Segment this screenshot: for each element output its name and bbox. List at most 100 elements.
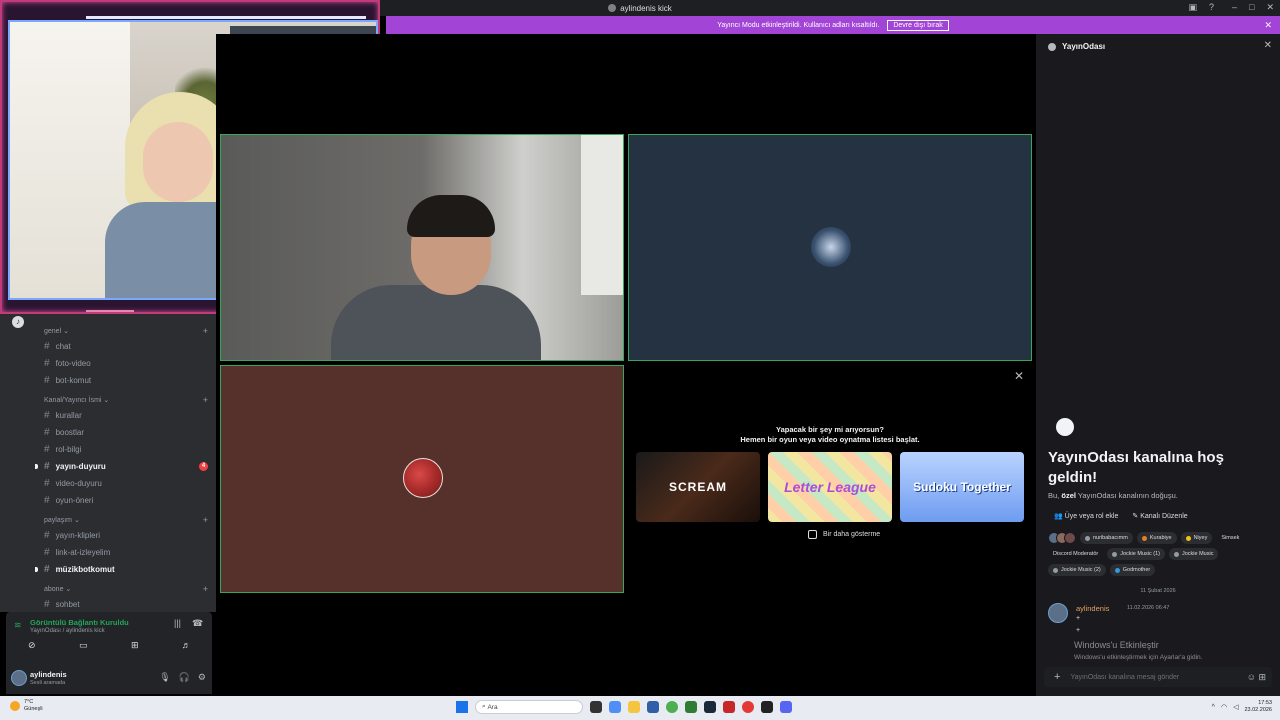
hashtag-icon: #	[44, 444, 50, 455]
windows-taskbar: 7°C Güneşli ⌕ Ara ^ ◠ ◁ 17:53 23.02.2026	[0, 696, 1280, 720]
weather-widget[interactable]: 7°C Güneşli	[10, 699, 43, 713]
store-icon[interactable]	[647, 701, 659, 713]
channel-item[interactable]: # müzikbotkomut	[35, 561, 212, 578]
channel-category[interactable]: abone ⌄ +	[36, 582, 212, 596]
channel-item[interactable]: # foto-video	[36, 355, 212, 372]
signal-icon[interactable]: ≋	[14, 620, 22, 631]
role-chip[interactable]: Simsek	[1216, 532, 1244, 544]
camera-off-icon[interactable]: ⊘	[15, 640, 49, 651]
minimize-button[interactable]: –	[1232, 2, 1237, 13]
channel-name: boostlar	[55, 428, 85, 437]
add-channel-icon[interactable]: +	[203, 515, 208, 525]
channel-item[interactable]: # bot-komut	[36, 372, 212, 389]
role-color-dot	[1173, 551, 1179, 557]
dont-show-checkbox[interactable]	[808, 530, 817, 539]
channel-category[interactable]: paylaşım ⌄ +	[36, 513, 212, 527]
user-name[interactable]: aylindenis	[30, 670, 67, 679]
activity-card-sudoku[interactable]: Sudoku Together	[900, 452, 1024, 522]
channel-item[interactable]: # yayın-klipleri	[36, 527, 212, 544]
channel-item[interactable]: # rol-bilgi	[36, 441, 212, 458]
channel-category[interactable]: Kanal/Yayıncı İsmi ⌄ +	[36, 393, 212, 407]
user-avatar[interactable]	[11, 670, 27, 686]
attach-plus-icon[interactable]: +	[1054, 671, 1060, 683]
copilot-icon[interactable]	[609, 701, 621, 713]
video-tile-camera[interactable]	[220, 134, 624, 361]
server-icon[interactable]: ♪	[12, 316, 24, 328]
channel-item[interactable]: # link-at-izleyelim	[36, 544, 212, 561]
taskbar-clock[interactable]: 17:53 23.02.2026	[1244, 700, 1272, 714]
voice-status[interactable]: Görüntülü Bağlantı Kuruldu	[30, 618, 129, 627]
volume-icon[interactable]: ◁	[1233, 703, 1238, 711]
video-tile-avatar-red[interactable]	[220, 365, 624, 593]
role-chip[interactable]: nuribabacımm	[1080, 532, 1133, 544]
windows-start-icon[interactable]	[456, 701, 468, 713]
close-activity-icon[interactable]: ✕	[1014, 369, 1024, 383]
add-member-button[interactable]: 👥 Üye veya rol ekle	[1054, 512, 1118, 520]
activity-card-letter-league[interactable]: Letter League	[768, 452, 892, 522]
channel-item[interactable]: # chat	[36, 338, 212, 355]
role-chip[interactable]: Discord Moderatör	[1048, 548, 1103, 560]
wifi-icon[interactable]: ◠	[1221, 703, 1227, 711]
message-avatar[interactable]	[1048, 603, 1068, 623]
add-channel-icon[interactable]: +	[203, 395, 208, 405]
role-chip[interactable]: Jockie Music (1)	[1107, 548, 1165, 560]
task-view-icon[interactable]	[590, 701, 602, 713]
frame-light-bar-bottom	[86, 310, 134, 312]
role-name: Kurabiye	[1149, 535, 1172, 541]
chrome-icon[interactable]	[666, 701, 678, 713]
activity-icon[interactable]: ⊞	[118, 640, 152, 651]
edit-channel-button[interactable]: ✎ Kanalı Düzenle	[1132, 512, 1187, 520]
chat-panel: YayınOdası ✕ YayınOdası kanalına hoş gel…	[1036, 34, 1280, 696]
channel-name: müzikbotkomut	[55, 565, 115, 574]
close-banner-icon[interactable]: ✕	[1264, 20, 1272, 31]
disconnect-icon[interactable]: ☎	[192, 618, 203, 629]
channel-category[interactable]: genel ⌄ +	[36, 324, 212, 338]
role-name: Jockie Music	[1181, 551, 1214, 557]
screen-share-icon[interactable]: ▭	[66, 640, 100, 651]
add-channel-icon[interactable]: +	[203, 326, 208, 336]
role-chip[interactable]: Jockie Music (2)	[1048, 564, 1106, 576]
role-chip[interactable]: Niyey	[1180, 532, 1213, 544]
app-icon[interactable]	[723, 701, 735, 713]
window-title: aylindenis kick	[620, 3, 672, 13]
close-chat-icon[interactable]: ✕	[1264, 40, 1272, 51]
add-channel-icon[interactable]: +	[203, 584, 208, 594]
help-icon[interactable]: ?	[1209, 2, 1214, 13]
inbox-icon[interactable]: ▣	[1188, 2, 1197, 13]
channel-item[interactable]: # yayın-duyuru 4	[35, 458, 212, 475]
tray-chevron-icon[interactable]: ^	[1212, 704, 1215, 711]
welcome-sub-prefix: Bu,	[1048, 491, 1060, 500]
channel-item[interactable]: # boostlar	[36, 424, 212, 441]
noise-suppression-icon[interactable]: |||	[174, 618, 181, 628]
activity-card-scream[interactable]: SCREAM	[636, 452, 760, 522]
channel-item[interactable]: # video-duyuru	[36, 475, 212, 492]
apps-icon[interactable]: ☺ ⊞	[1247, 672, 1266, 683]
epic-games-icon[interactable]	[761, 701, 773, 713]
video-tile-avatar-blue[interactable]	[628, 134, 1032, 361]
message-author[interactable]: aylindenis	[1076, 604, 1109, 613]
microphone-icon[interactable]: 🎙	[159, 672, 170, 683]
headphones-icon[interactable]: 🎧	[179, 672, 190, 683]
dont-show-again[interactable]: Bir daha gösterme	[808, 530, 880, 539]
maximize-button[interactable]: □	[1249, 2, 1254, 13]
role-chip[interactable]: Jockie Music	[1168, 548, 1219, 560]
weather-temp: 7°C	[24, 699, 34, 705]
message-input[interactable]: + YayınOdası kanalına mesaj gönder ☺ ⊞	[1044, 667, 1272, 687]
activity-suggestions: ✕ Yapacak bir şey mi arıyorsun? Hemen bi…	[628, 365, 1032, 593]
discord-taskbar-icon[interactable]	[780, 701, 792, 713]
steam-icon[interactable]	[704, 701, 716, 713]
opera-icon[interactable]	[742, 701, 754, 713]
channel-item[interactable]: # kurallar	[36, 407, 212, 424]
channel-item[interactable]: # sohbet	[36, 596, 212, 613]
role-chip[interactable]: Kurabiye	[1136, 532, 1177, 544]
xbox-icon[interactable]	[685, 701, 697, 713]
taskbar-search[interactable]: ⌕ Ara	[475, 700, 583, 714]
role-chip[interactable]: Godmother	[1109, 564, 1156, 576]
disable-streamer-mode-button[interactable]: Devre dışı bırak	[887, 19, 949, 31]
settings-gear-icon[interactable]: ⚙	[198, 672, 206, 683]
file-explorer-icon[interactable]	[628, 701, 640, 713]
close-window-button[interactable]: ✕	[1266, 2, 1274, 13]
person-hair-dark	[407, 195, 495, 237]
channel-item[interactable]: # oyun-öneri	[36, 492, 212, 509]
soundboard-icon[interactable]: ♬	[169, 640, 203, 651]
